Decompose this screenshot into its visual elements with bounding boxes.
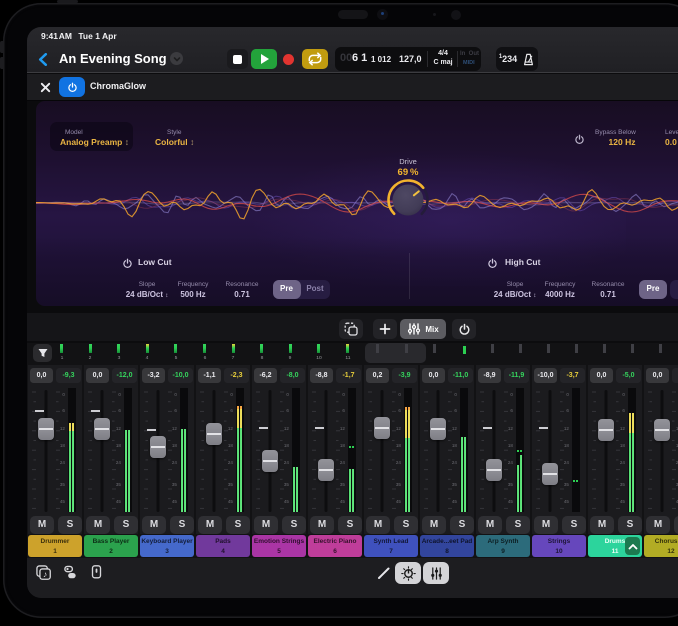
svg-text:♪: ♪ xyxy=(43,569,47,579)
